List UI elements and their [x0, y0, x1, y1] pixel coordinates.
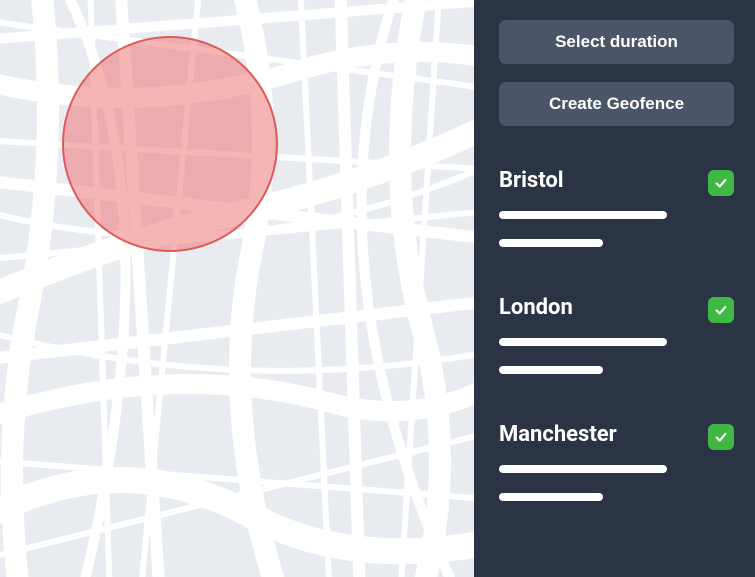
geofence-list: Bristol London Manchester	[499, 168, 734, 501]
sidebar: Select duration Create Geofence Bristol …	[474, 0, 755, 577]
check-icon	[708, 297, 734, 323]
geofence-item-london[interactable]: London	[499, 295, 734, 374]
detail-placeholder	[499, 465, 667, 473]
select-duration-button[interactable]: Select duration	[499, 20, 734, 64]
detail-placeholder	[499, 338, 667, 346]
detail-placeholder	[499, 366, 603, 374]
geofence-radius-overlay[interactable]	[62, 36, 278, 252]
detail-placeholder	[499, 239, 603, 247]
geofence-item-manchester[interactable]: Manchester	[499, 422, 734, 501]
create-geofence-button[interactable]: Create Geofence	[499, 82, 734, 126]
detail-placeholder	[499, 493, 603, 501]
check-icon	[708, 170, 734, 196]
map-area[interactable]	[0, 0, 474, 577]
detail-placeholder	[499, 211, 667, 219]
geofence-item-bristol[interactable]: Bristol	[499, 168, 734, 247]
geofence-name: London	[499, 295, 734, 320]
geofence-name: Bristol	[499, 168, 734, 193]
check-icon	[708, 424, 734, 450]
geofence-name: Manchester	[499, 422, 734, 447]
